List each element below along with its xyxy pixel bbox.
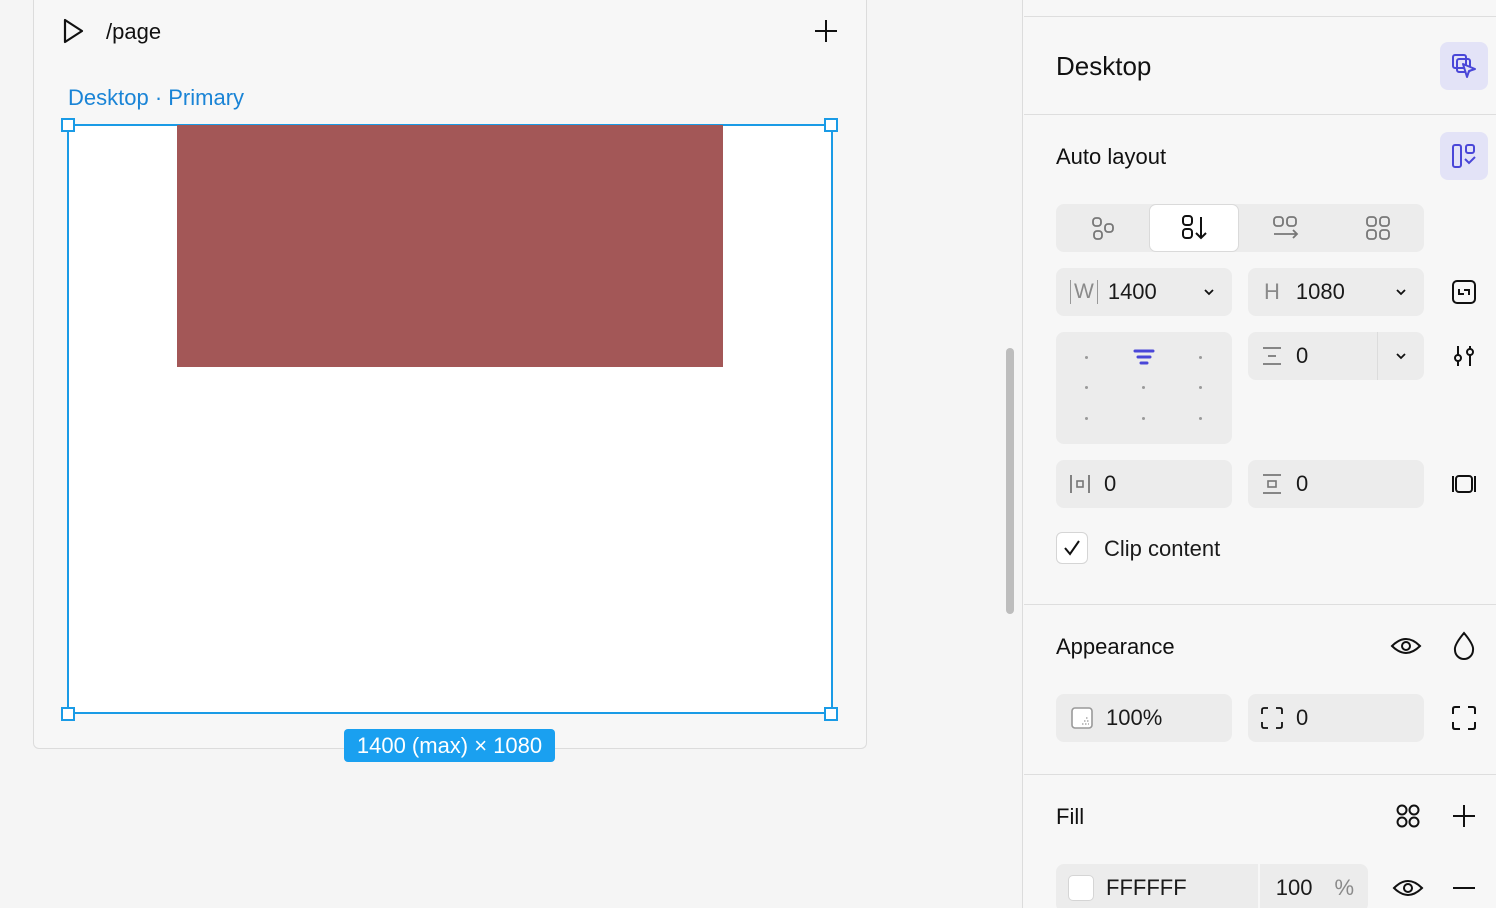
corner-radius-field[interactable]: 0 bbox=[1248, 694, 1424, 742]
fill-opacity-percent: % bbox=[1334, 875, 1354, 900]
width-field[interactable]: W 1400 bbox=[1056, 268, 1232, 316]
align-dot[interactable] bbox=[1085, 386, 1088, 389]
width-value: 1400 bbox=[1107, 279, 1157, 304]
align-dot[interactable] bbox=[1199, 356, 1202, 359]
resize-handle-bottom-right[interactable] bbox=[824, 707, 838, 721]
styles-grid-icon[interactable] bbox=[1392, 800, 1424, 832]
align-dot[interactable] bbox=[1199, 386, 1202, 389]
canvas-scrollbar[interactable] bbox=[1006, 348, 1014, 614]
properties-panel bbox=[1022, 0, 1496, 908]
alignment-grid[interactable] bbox=[1056, 332, 1232, 444]
auto-layout-title: Auto layout bbox=[1056, 144, 1167, 169]
opacity-icon bbox=[1070, 706, 1094, 730]
opacity-field[interactable]: 100% bbox=[1056, 694, 1232, 742]
layout-mode-grid[interactable] bbox=[1333, 206, 1423, 250]
vertical-padding-icon bbox=[1260, 472, 1284, 496]
opacity-value: 100% bbox=[1106, 705, 1163, 730]
checkmark-icon bbox=[1062, 538, 1082, 558]
gap-dropdown-chevron-icon[interactable] bbox=[1394, 349, 1408, 363]
grid-icon bbox=[1364, 214, 1392, 242]
appearance-title: Appearance bbox=[1056, 634, 1175, 659]
gap-value: 0 bbox=[1296, 343, 1309, 368]
horizontal-padding-field[interactable]: 0 bbox=[1056, 460, 1232, 508]
height-label: H bbox=[1264, 279, 1280, 304]
frame-label[interactable]: Desktop · Primary bbox=[68, 85, 244, 111]
select-matching-button[interactable] bbox=[1440, 42, 1488, 90]
horizontal-padding-value: 0 bbox=[1104, 471, 1117, 496]
blend-mode-drop-icon[interactable] bbox=[1448, 628, 1480, 664]
align-dot[interactable] bbox=[1085, 356, 1088, 359]
resize-handle-top-right[interactable] bbox=[824, 118, 838, 132]
height-field[interactable]: H 1080 bbox=[1248, 268, 1424, 316]
gap-icon bbox=[1260, 344, 1284, 368]
corner-radius-value: 0 bbox=[1296, 705, 1309, 730]
auto-layout-icon bbox=[1450, 142, 1478, 170]
horizontal-wrap-icon bbox=[1271, 213, 1301, 243]
field-separator bbox=[1257, 864, 1260, 908]
fill-hex-value[interactable]: FFFFFF bbox=[1106, 875, 1187, 901]
width-dropdown-chevron-icon[interactable] bbox=[1202, 285, 1216, 299]
layout-mode-free[interactable] bbox=[1058, 206, 1148, 250]
divider bbox=[1024, 604, 1496, 605]
fill-visibility-eye-icon[interactable] bbox=[1390, 872, 1426, 904]
auto-layout-toggle-button[interactable] bbox=[1440, 132, 1488, 180]
add-fill-icon[interactable] bbox=[1448, 800, 1480, 832]
resize-handle-bottom-left[interactable] bbox=[61, 707, 75, 721]
vertical-padding-value: 0 bbox=[1296, 471, 1309, 496]
align-dot[interactable] bbox=[1199, 417, 1202, 420]
divider bbox=[1024, 774, 1496, 775]
size-badge: 1400 (max) × 1080 bbox=[344, 729, 555, 762]
height-value: 1080 bbox=[1295, 279, 1345, 304]
width-label: W bbox=[1070, 280, 1098, 304]
align-center-top-icon[interactable] bbox=[1132, 346, 1156, 370]
free-layout-icon bbox=[1089, 214, 1117, 242]
panel-title: Desktop bbox=[1056, 51, 1152, 81]
vertical-stack-icon bbox=[1179, 213, 1209, 243]
align-dot[interactable] bbox=[1085, 417, 1088, 420]
fill-title: Fill bbox=[1056, 804, 1085, 829]
play-icon[interactable] bbox=[58, 16, 88, 46]
individual-padding-icon[interactable] bbox=[1448, 468, 1480, 500]
layout-mode-horizontal[interactable] bbox=[1241, 206, 1331, 250]
add-page-icon[interactable] bbox=[810, 15, 842, 47]
align-dot[interactable] bbox=[1142, 386, 1145, 389]
layout-mode-vertical[interactable] bbox=[1149, 204, 1239, 252]
clip-content-checkbox[interactable] bbox=[1056, 532, 1088, 564]
select-cursor-icon bbox=[1450, 52, 1478, 80]
vertical-padding-field[interactable]: 0 bbox=[1248, 460, 1424, 508]
layout-settings-icon[interactable] bbox=[1448, 340, 1480, 372]
field-separator bbox=[1377, 332, 1378, 380]
corner-radius-icon bbox=[1260, 706, 1284, 730]
visibility-eye-icon[interactable] bbox=[1388, 628, 1424, 664]
individual-corners-icon[interactable] bbox=[1448, 702, 1480, 734]
height-dropdown-chevron-icon[interactable] bbox=[1394, 285, 1408, 299]
remove-fill-icon[interactable] bbox=[1448, 872, 1480, 904]
divider bbox=[1024, 16, 1496, 17]
resize-to-fit-icon[interactable] bbox=[1448, 276, 1480, 308]
align-dot[interactable] bbox=[1142, 417, 1145, 420]
fill-color-field[interactable]: FFFFFF 100 % bbox=[1056, 864, 1368, 908]
fill-opacity-value[interactable]: 100 bbox=[1276, 875, 1313, 901]
divider bbox=[1024, 114, 1496, 115]
horizontal-padding-icon bbox=[1068, 472, 1092, 496]
gap-field[interactable]: 0 bbox=[1248, 332, 1424, 380]
clip-content-label[interactable]: Clip content bbox=[1104, 536, 1220, 562]
red-rectangle[interactable] bbox=[177, 125, 723, 367]
fill-color-swatch[interactable] bbox=[1068, 875, 1094, 901]
resize-handle-top-left[interactable] bbox=[61, 118, 75, 132]
page-path: /page bbox=[106, 19, 162, 44]
